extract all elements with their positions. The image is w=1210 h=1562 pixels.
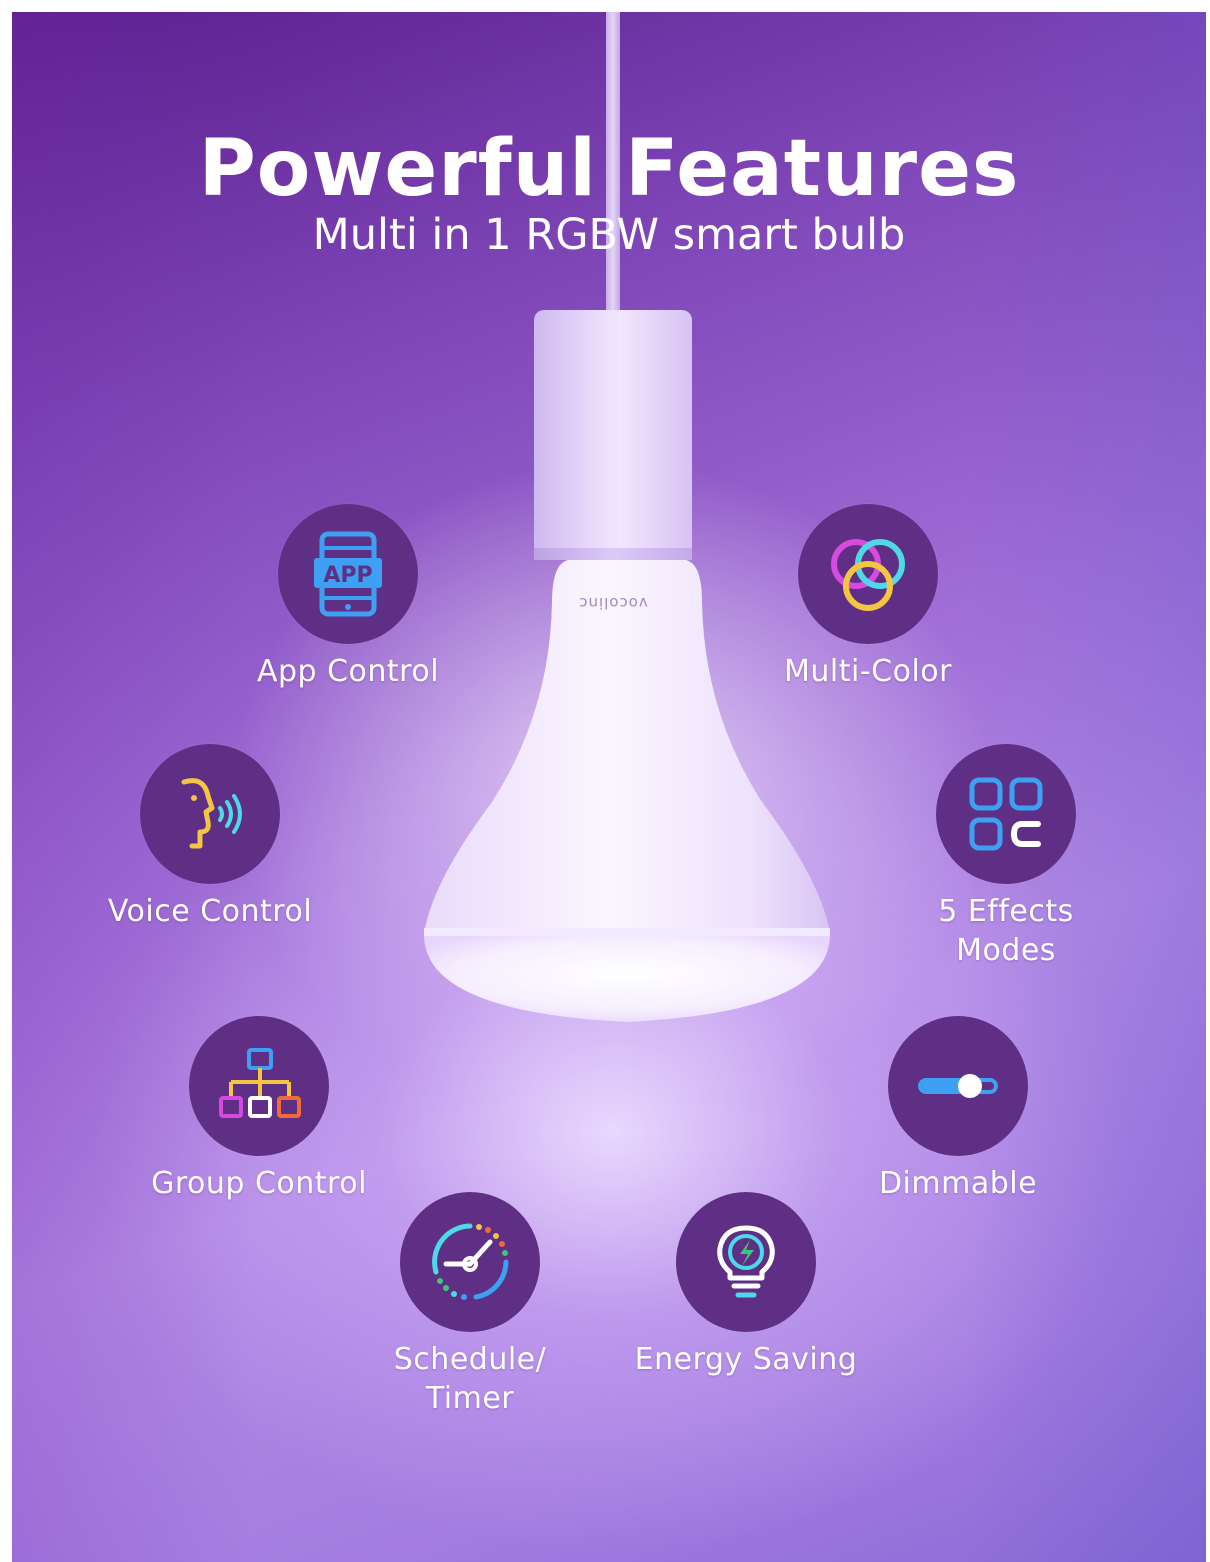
multi-color-badge (798, 504, 938, 644)
feature-label-effects-modes: 5 Effects Modes (938, 894, 1074, 968)
feature-label-multi-color: Multi-Color (784, 654, 952, 689)
effects-grid-icon (969, 777, 1043, 851)
app-control-badge: APP (278, 504, 418, 644)
feature-label-app-control: App Control (256, 654, 440, 689)
feature-label-group-control: Group Control (151, 1166, 367, 1201)
energy-bulb-icon (717, 1225, 775, 1298)
page-title: Powerful Features (198, 124, 1020, 214)
dimmable-badge (888, 1016, 1028, 1156)
feature-label-energy-saving: Energy Saving (634, 1342, 858, 1377)
voice-control-badge (140, 744, 280, 884)
feature-banner: vocolinc Powerful Features Multi in 1 RG… (12, 12, 1206, 1562)
feature-label-dimmable: Dimmable (878, 1166, 1038, 1201)
feature-label-schedule-timer: Schedule/ Timer (393, 1342, 547, 1416)
smart-bulb-illustration (424, 560, 830, 1022)
group-control-badge (189, 1016, 329, 1156)
timer-clock-icon (432, 1223, 509, 1300)
energy-saving-badge (676, 1192, 816, 1332)
app-tablet-icon: APP (314, 531, 382, 617)
effects-modes-badge (936, 744, 1076, 884)
color-rings-icon (831, 539, 905, 611)
schedule-timer-badge (400, 1192, 540, 1332)
feature-label-voice-control: Voice Control (107, 894, 313, 929)
group-tree-icon (219, 1048, 301, 1118)
app-icon-text: APP (323, 563, 372, 588)
dimmer-slider-icon (918, 1074, 998, 1098)
voice-face-icon (181, 778, 242, 849)
page-subtitle: Multi in 1 RGBW smart bulb (312, 210, 906, 260)
bulb-brand-mark: vocolinc (578, 594, 648, 612)
bulb-socket (534, 310, 692, 560)
